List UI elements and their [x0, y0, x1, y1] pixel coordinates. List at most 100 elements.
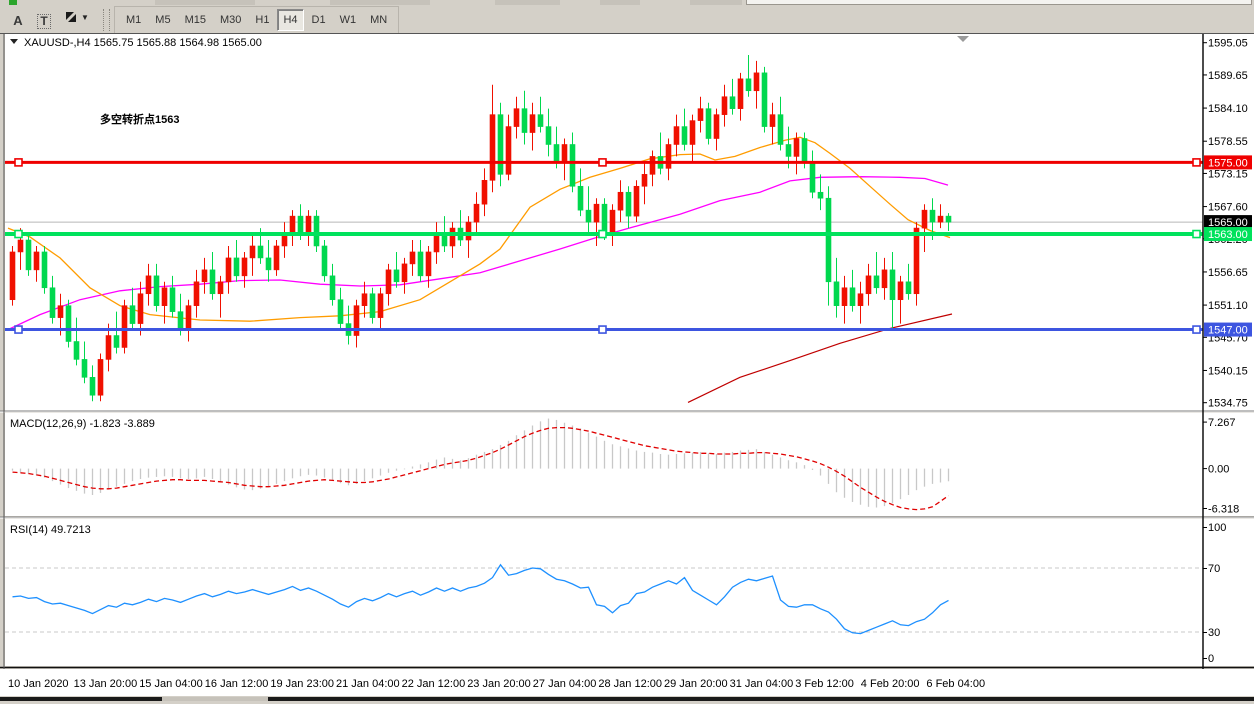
chart-area[interactable]: XAUUSD-,H4 1565.75 1565.88 1564.98 1565.… — [0, 33, 1254, 704]
candle — [66, 306, 71, 342]
time-axis-label: 16 Jan 12:00 — [205, 678, 269, 690]
time-axis-label: 10 Jan 2020 — [8, 678, 69, 690]
candle — [674, 127, 679, 145]
hline-handle[interactable] — [599, 231, 606, 238]
hline-handle[interactable] — [15, 231, 22, 238]
candle — [930, 210, 935, 222]
time-axis-label: 27 Jan 04:00 — [533, 678, 597, 690]
annotation-text[interactable]: 多空转折点1563 — [100, 112, 179, 126]
font-tool-button[interactable]: A — [6, 9, 30, 33]
candle — [826, 198, 831, 282]
candle — [146, 276, 151, 294]
hline-1547.00-chip-label: 1547.00 — [1208, 325, 1248, 337]
hline-handle[interactable] — [15, 326, 22, 333]
time-axis-label: 28 Jan 12:00 — [598, 678, 662, 690]
hline-handle[interactable] — [599, 159, 606, 166]
candle — [554, 144, 559, 162]
text-label-tool-button[interactable]: T — [32, 10, 56, 34]
candle — [178, 312, 183, 330]
price-tick-label: 1534.75 — [1208, 398, 1248, 410]
candle — [186, 306, 191, 330]
tf-d1-button[interactable]: D1 — [306, 9, 332, 31]
candle — [570, 144, 575, 186]
price-tick-label: 1584.10 — [1208, 103, 1248, 115]
hline-handle[interactable] — [1193, 159, 1200, 166]
rsi-pane[interactable] — [5, 519, 1254, 666]
candle — [530, 115, 535, 133]
candle — [226, 258, 231, 282]
hline-handle[interactable] — [599, 326, 606, 333]
time-axis-label: 29 Jan 20:00 — [664, 678, 728, 690]
candle — [426, 252, 431, 276]
rsi-scale-label: 100 — [1208, 522, 1226, 534]
tf-h4-button[interactable]: H4 — [277, 9, 303, 31]
cropped-icon — [155, 0, 255, 5]
candle — [802, 139, 807, 163]
hline-handle[interactable] — [1193, 326, 1200, 333]
cropped-icon — [9, 0, 17, 5]
candle — [706, 109, 711, 139]
tf-m5-button[interactable]: M5 — [149, 9, 176, 31]
arrows-tool-button[interactable]: ▼ — [58, 5, 94, 29]
tf-m1-button[interactable]: M1 — [120, 9, 147, 31]
candle — [242, 258, 247, 276]
candle — [490, 115, 495, 181]
candle — [218, 282, 223, 294]
candle — [546, 127, 551, 145]
arrows-icon — [63, 9, 79, 25]
scrollbar-track-left[interactable] — [0, 697, 162, 701]
candle — [746, 79, 751, 91]
candle — [130, 306, 135, 324]
candle — [234, 258, 239, 276]
price-tick-label: 1573.15 — [1208, 168, 1248, 180]
tf-m30-button[interactable]: M30 — [214, 9, 247, 31]
candle — [474, 204, 479, 222]
candle — [314, 216, 319, 246]
candle — [666, 144, 671, 168]
candle — [298, 216, 303, 234]
candle — [386, 270, 391, 294]
candle — [122, 306, 127, 348]
price-tick-label: 1589.65 — [1208, 70, 1248, 82]
xauusd-h4-chart[interactable]: XAUUSD-,H4 1565.75 1565.88 1564.98 1565.… — [0, 33, 1254, 704]
candle — [402, 264, 407, 282]
candle — [698, 109, 703, 121]
macd-scale-label: 7.267 — [1208, 417, 1236, 429]
candle — [586, 210, 591, 222]
tf-w1-button[interactable]: W1 — [334, 9, 363, 31]
candle — [154, 276, 159, 306]
hline-handle[interactable] — [15, 159, 22, 166]
hline-handle[interactable] — [1193, 231, 1200, 238]
candle — [778, 115, 783, 145]
scrollbar-thumb[interactable] — [162, 697, 268, 701]
cropped-icon — [600, 0, 640, 5]
tf-mn-button[interactable]: MN — [364, 9, 393, 31]
cropped-icon — [330, 0, 430, 5]
candle — [482, 180, 487, 204]
candle — [418, 252, 423, 276]
tf-m15-button[interactable]: M15 — [179, 9, 212, 31]
objects-and-timeframe-toolbar: AT▼ M1M5M15M30H1H4D1W1MN — [0, 6, 1254, 33]
time-axis-label: 22 Jan 12:00 — [402, 678, 466, 690]
time-axis-label: 19 Jan 23:00 — [270, 678, 334, 690]
candle — [274, 246, 279, 270]
candle — [194, 282, 199, 306]
candle — [10, 252, 15, 300]
candle — [770, 115, 775, 127]
toolbar-grip[interactable] — [103, 9, 110, 31]
macd-pane[interactable] — [5, 413, 1254, 516]
time-axis-label: 3 Feb 12:00 — [795, 678, 854, 690]
candle — [850, 288, 855, 306]
candle — [898, 282, 903, 300]
candle — [170, 288, 175, 312]
candle — [250, 246, 255, 258]
candle — [362, 294, 367, 306]
tf-h1-button[interactable]: H1 — [249, 9, 275, 31]
rsi-scale-label: 70 — [1208, 563, 1220, 575]
macd-scale-label: 0.00 — [1208, 464, 1229, 476]
candle — [210, 270, 215, 294]
candle — [114, 336, 119, 348]
candle — [306, 216, 311, 234]
candle — [90, 377, 95, 395]
scrollbar-track-right[interactable] — [268, 697, 1254, 701]
